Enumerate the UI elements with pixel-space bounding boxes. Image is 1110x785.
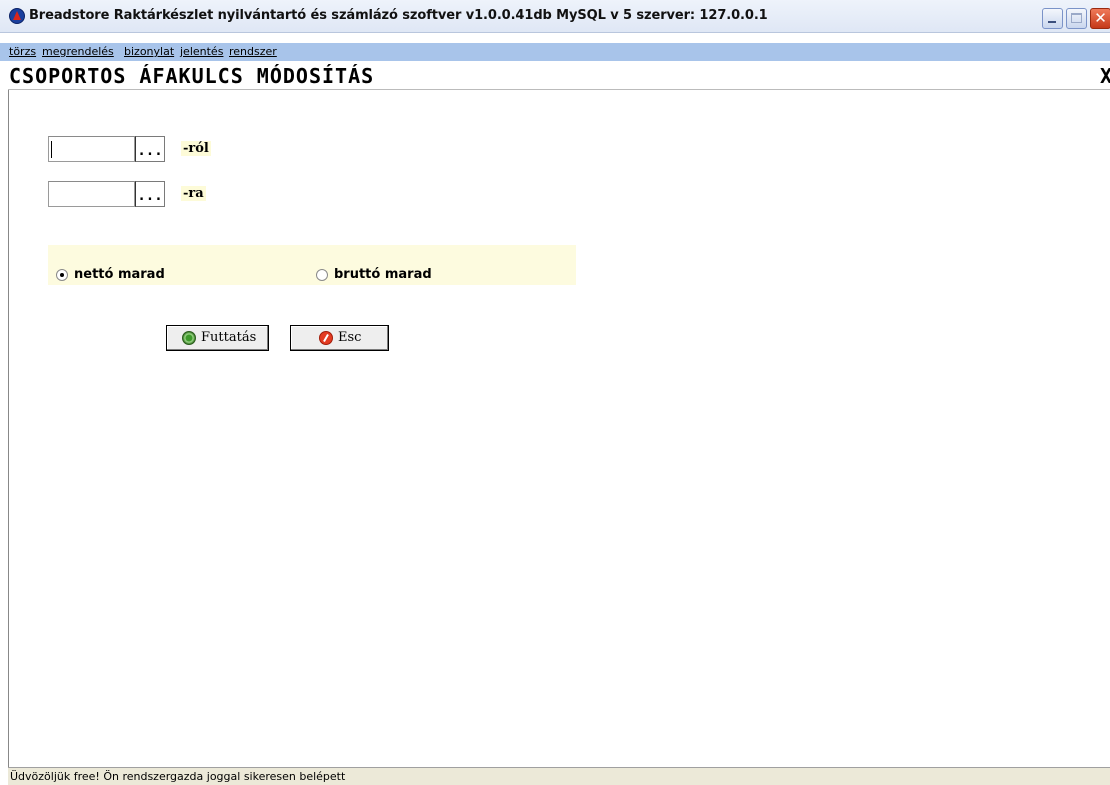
text-caret <box>51 141 52 158</box>
to-vat-input[interactable] <box>48 181 135 207</box>
run-button-label: Futtatás <box>201 330 257 345</box>
radio-net-stays-label[interactable]: nettó marad <box>74 267 165 282</box>
radio-gross-stays-label[interactable]: bruttó marad <box>334 267 432 282</box>
menu-item-rendszer[interactable]: rendszer <box>229 45 277 58</box>
menu-item-megrendeles[interactable]: megrendelés <box>42 45 114 58</box>
main-panel <box>8 90 1110 767</box>
stop-icon <box>319 331 333 345</box>
status-bar: Üdvözöljük free! Ön rendszergazda joggal… <box>8 767 1110 785</box>
esc-button[interactable]: Esc <box>290 325 389 351</box>
close-window-button[interactable]: ✕ <box>1090 8 1110 29</box>
maximize-icon <box>1071 13 1082 23</box>
from-browse-button[interactable]: ... <box>135 136 165 162</box>
close-icon: ✕ <box>1094 9 1107 27</box>
page-title: CSOPORTOS ÁFAKULCS MÓDOSÍTÁS <box>9 64 375 88</box>
from-suffix-label: -ról <box>181 141 211 156</box>
window-title: Breadstore Raktárkészlet nyilvántartó és… <box>29 8 768 23</box>
radio-net-stays[interactable] <box>56 269 68 281</box>
radio-gross-stays[interactable] <box>316 269 328 281</box>
from-vat-input[interactable] <box>48 136 135 162</box>
status-message: Üdvözöljük free! Ön rendszergazda joggal… <box>10 770 346 783</box>
close-form-button[interactable]: X <box>1100 64 1110 88</box>
maximize-button[interactable] <box>1066 8 1087 29</box>
minimize-button[interactable] <box>1042 8 1063 29</box>
title-bar[interactable]: Breadstore Raktárkészlet nyilvántartó és… <box>0 0 1110 33</box>
to-suffix-label: -ra <box>181 186 206 201</box>
menu-bar: törzs megrendelés bizonylat jelentés ren… <box>0 43 1110 61</box>
minimize-icon <box>1048 21 1056 23</box>
menu-item-torzs[interactable]: törzs <box>9 45 36 58</box>
price-mode-radio-group: nettó marad bruttó marad <box>48 245 576 285</box>
to-browse-button[interactable]: ... <box>135 181 165 207</box>
menu-item-bizonylat[interactable]: bizonylat <box>124 45 174 58</box>
run-button[interactable]: Futtatás <box>166 325 269 351</box>
esc-button-label: Esc <box>338 330 362 345</box>
menu-item-jelentes[interactable]: jelentés <box>180 45 223 58</box>
app-logo-icon <box>9 8 25 24</box>
run-icon <box>182 331 196 345</box>
